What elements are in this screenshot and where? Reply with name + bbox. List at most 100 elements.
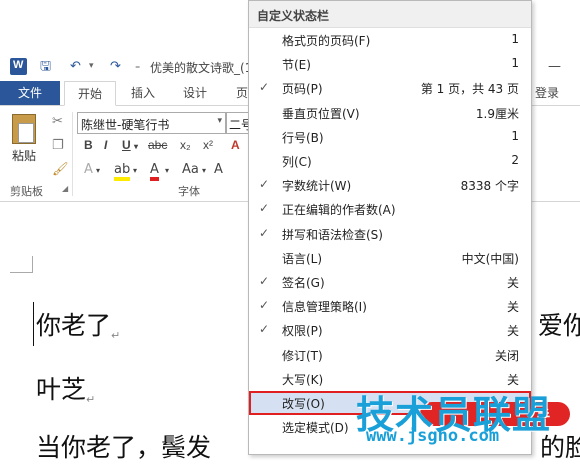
font-color-icon[interactable]: A	[150, 162, 159, 181]
word-app-icon[interactable]	[10, 58, 27, 75]
menu-item-label: 选定模式(D)	[282, 421, 349, 436]
menu-item-label: 语言(L)	[282, 251, 323, 266]
menu-item[interactable]: ✓ 字数统计(W) 8338 个字	[249, 173, 531, 197]
change-case-dropdown-icon[interactable]: ▾	[202, 166, 206, 175]
tab-insert[interactable]: 插入	[131, 81, 155, 105]
menu-item[interactable]: 行号(B) 1	[249, 125, 531, 149]
checkmark-icon: ✓	[259, 322, 270, 337]
menu-item[interactable]: ✓ 权限(P) 关	[249, 318, 531, 342]
checkmark-icon: ✓	[259, 201, 270, 216]
font-color-dropdown-icon[interactable]: ▾	[165, 166, 169, 175]
menu-item-value: 8338 个字	[460, 179, 519, 194]
paragraph-mark: ↵	[86, 393, 96, 406]
cut-icon[interactable]: ✂	[52, 114, 63, 129]
checkmark-icon: ✓	[259, 177, 270, 192]
menu-item-label: 信息管理策略(I)	[282, 300, 367, 315]
underline-dropdown-icon[interactable]: ▾	[134, 142, 138, 151]
menu-item-value: 关	[506, 324, 519, 339]
menu-item-value: 2	[511, 153, 519, 167]
menu-item-value: 关闭	[494, 348, 519, 363]
bold-button[interactable]: B	[84, 138, 93, 152]
menu-item[interactable]: ✓ 页码(P) 第 1 页，共 43 页	[249, 76, 531, 100]
font-name-value: 陈继世-硬笔行书	[81, 118, 170, 132]
menu-item-value: 1	[511, 32, 519, 46]
menu-item[interactable]: 语言(L) 中文(中国)	[249, 246, 531, 270]
menu-item-value: 中文(中国)	[461, 251, 519, 266]
italic-button[interactable]: I	[104, 138, 107, 152]
tab-design[interactable]: 设计	[183, 81, 207, 105]
menu-item-label: 列(C)	[282, 155, 312, 169]
menu-item[interactable]: 修订(T) 关闭	[249, 343, 531, 367]
menu-item-label: 修订(T)	[282, 348, 323, 363]
login-link[interactable]: 登录	[535, 81, 559, 105]
chevron-down-icon: ▾	[217, 116, 222, 126]
menu-item-value: 1.9厘米	[475, 106, 519, 121]
menu-item-label: 签名(G)	[282, 276, 325, 290]
menu-item-value: 第 1 页，共 43 页	[420, 82, 519, 97]
menu-item-label: 页码(P)	[282, 82, 323, 97]
highlight-icon[interactable]: ab	[114, 162, 131, 181]
menu-item[interactable]: 格式页的页码(F) 1	[249, 28, 531, 52]
clipboard-launcher-icon[interactable]: ◢	[62, 184, 68, 193]
group-separator	[72, 112, 73, 196]
highlight-dropdown-icon[interactable]: ▾	[133, 166, 137, 175]
menu-item-label: 拼写和语法检查(S)	[282, 227, 383, 242]
clear-format-icon[interactable]: A	[231, 138, 240, 152]
checkmark-icon: ✓	[259, 274, 270, 288]
format-painter-icon[interactable]: 🖌	[52, 162, 69, 177]
text-effects-icon[interactable]: A	[84, 162, 93, 177]
font-name-select[interactable]: 陈继世-硬笔行书 ▾	[77, 112, 226, 134]
tab-file[interactable]: 文件	[0, 81, 60, 105]
doc-line-3[interactable]: 当你老了，鬓发	[36, 428, 211, 464]
redo-icon[interactable]: ↷	[110, 59, 121, 74]
tab-layout[interactable]: 页	[236, 81, 248, 105]
text-cursor	[33, 302, 34, 346]
text-effects-dropdown-icon[interactable]: ▾	[96, 166, 100, 175]
doc-line-1-text: 你老了	[36, 311, 112, 340]
checkmark-icon: ✓	[259, 225, 270, 240]
undo-dropdown-icon[interactable]: ▾	[89, 59, 94, 74]
customize-toolbar-icon[interactable]: ₌	[135, 59, 140, 74]
menu-header: 自定义状态栏	[249, 1, 531, 28]
menu-item-label: 格式页的页码(F)	[282, 34, 371, 48]
window-title: 优美的散文诗歌_(1	[150, 61, 253, 75]
doc-line-1[interactable]: 你老了↵	[36, 306, 120, 342]
change-case-icon[interactable]: Aa	[182, 162, 199, 177]
menu-item[interactable]: ✓ 拼写和语法检查(S)	[249, 222, 531, 246]
undo-icon[interactable]: ↶	[70, 59, 81, 74]
menu-item-label: 节(E)	[282, 58, 311, 73]
copy-icon[interactable]: ❐	[52, 138, 64, 153]
menu-item[interactable]: ✓ 信息管理策略(I) 关	[249, 294, 531, 318]
margin-marker	[10, 256, 33, 273]
minimize-button[interactable]: —	[548, 59, 561, 74]
clipboard-group-label: 剪贴板	[10, 185, 43, 198]
grow-font-icon[interactable]: A	[214, 162, 223, 177]
menu-item[interactable]: 列(C) 2	[249, 149, 531, 173]
menu-item-value: 关	[506, 276, 519, 290]
menu-item-label: 大写(K)	[282, 372, 324, 387]
menu-item-label: 垂直页位置(V)	[282, 106, 360, 121]
doc-line-2-text: 叶芝	[36, 375, 87, 404]
strikethrough-button[interactable]: abc	[148, 138, 167, 152]
watermark-url: www.jsgho.com	[366, 426, 500, 446]
subscript-button[interactable]: x₂	[180, 138, 191, 152]
doc-line-2[interactable]: 叶芝↵	[36, 370, 95, 406]
menu-item-label: 字数统计(W)	[282, 179, 352, 194]
menu-item-value: 关	[506, 300, 519, 315]
checkmark-icon: ✓	[259, 298, 270, 313]
superscript-button[interactable]: x²	[203, 138, 213, 152]
menu-item[interactable]: 垂直页位置(V) 1.9厘米	[249, 101, 531, 125]
menu-item-label: 行号(B)	[282, 130, 324, 145]
paste-button[interactable]: 粘贴	[12, 147, 36, 164]
underline-button[interactable]: U	[122, 138, 131, 152]
save-icon[interactable]: 🖫	[40, 59, 51, 74]
font-group-label: 字体	[178, 185, 200, 198]
menu-item-label: 权限(P)	[282, 324, 323, 339]
menu-item[interactable]: ✓ 签名(G) 关	[249, 270, 531, 294]
paste-icon[interactable]	[12, 114, 36, 144]
menu-item-value: 1	[511, 128, 519, 143]
menu-item[interactable]: ✓ 正在编辑的作者数(A)	[249, 197, 531, 221]
checkmark-icon: ✓	[259, 80, 270, 95]
tab-home[interactable]: 开始	[64, 81, 116, 106]
menu-item[interactable]: 节(E) 1	[249, 52, 531, 76]
